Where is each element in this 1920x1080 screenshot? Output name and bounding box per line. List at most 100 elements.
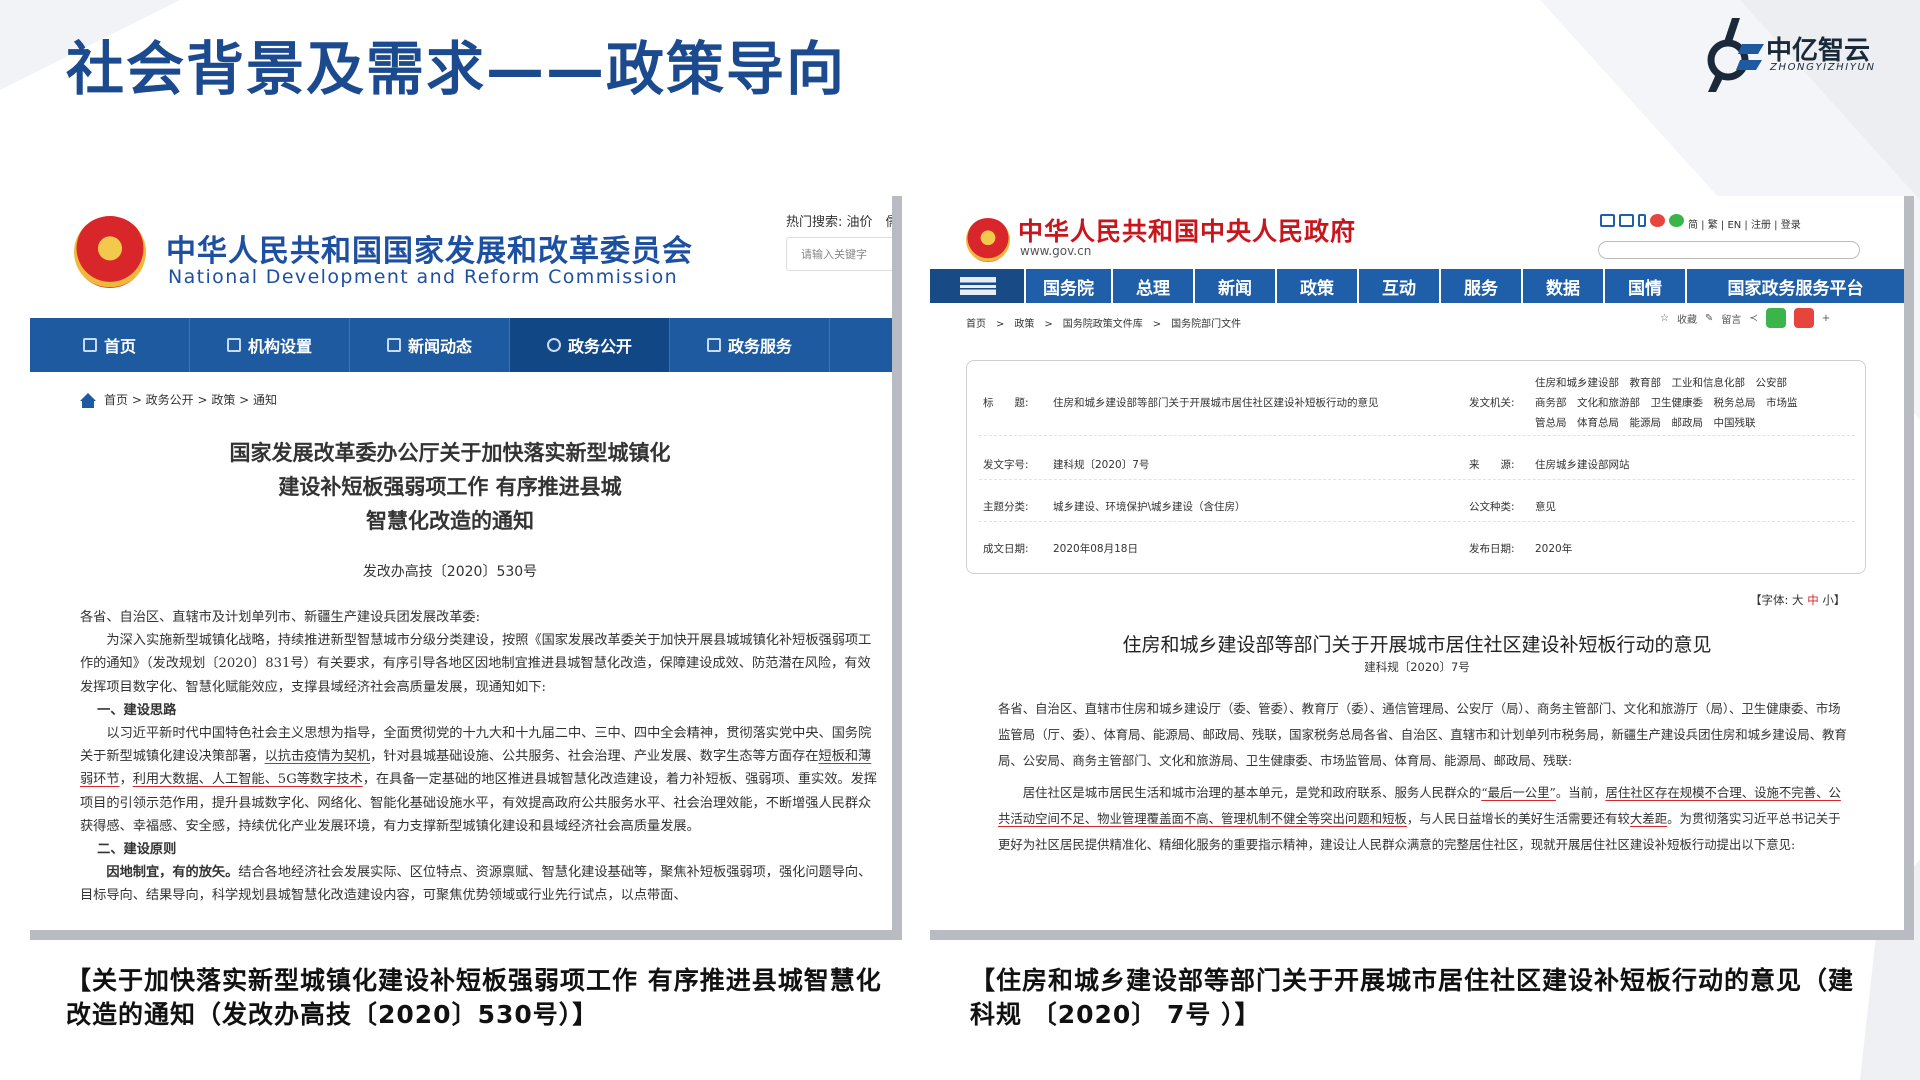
- national-emblem-icon: [74, 216, 146, 288]
- nav-item-service-platform[interactable]: 国家政务服务平台: [1687, 269, 1904, 303]
- font-medium-button[interactable]: 中: [1807, 593, 1819, 607]
- font-large-button[interactable]: 大: [1792, 593, 1804, 607]
- meta-value: 住房城乡建设部网站: [1535, 459, 1630, 471]
- wechat-icon[interactable]: [1669, 214, 1684, 227]
- document-number: 建科规〔2020〕7号: [1364, 660, 1470, 674]
- nav-item-policy[interactable]: 政策: [1277, 269, 1359, 303]
- comment-icon[interactable]: ✎: [1705, 313, 1713, 324]
- underlined-text: 以抗击疫情为契机: [264, 749, 371, 765]
- meta-label: 标 题:: [983, 397, 1029, 409]
- document-icon: [706, 338, 721, 352]
- plus-icon[interactable]: +: [1822, 313, 1830, 324]
- caption-right: 【住房和城乡建设部等部门关于开展城市居住社区建设补短板行动的意见（建科规 〔20…: [970, 966, 1855, 1029]
- tiananmen-icon: [930, 269, 1026, 303]
- paragraph: 以习近平新时代中国特色社会主义思想为指导，全面贯彻党的十九大和十九届二中、三中、…: [80, 726, 877, 834]
- divider: [979, 479, 1855, 480]
- right-document-screenshot: 中华人民共和国中央人民政府 www.gov.cn 简 | 繁 | EN | 注册…: [930, 196, 1904, 930]
- ndrc-site-name: 中华人民共和国国家发展和改革委员会: [166, 234, 693, 269]
- meta-label: 发布日期:: [1469, 543, 1515, 555]
- paragraph: 为深入实施新型城镇化战略，持续推进新型智慧城市分级分类建设，按照《国家发展改革委…: [80, 633, 872, 695]
- meta-value: 住房和城乡建设部 教育部 工业和信息化部 公安部: [1535, 377, 1787, 389]
- meta-label: 来 源:: [1469, 459, 1515, 471]
- meta-label: 成文日期:: [983, 543, 1029, 555]
- left-document-screenshot: 中华人民共和国国家发展和改革委员会 National Development a…: [30, 196, 892, 930]
- section-heading: 一、建设思路: [97, 702, 177, 718]
- underlined-text: 利用大数据、人工智能、5G等数字技术: [132, 772, 363, 788]
- hot-search[interactable]: 热门搜索: 油价 儒: [786, 211, 892, 230]
- share-icon[interactable]: ≺: [1749, 313, 1757, 324]
- national-emblem-icon: [966, 218, 1010, 262]
- ndrc-header: 中华人民共和国国家发展和改革委员会 National Development a…: [30, 196, 892, 318]
- document-number: 发改办高技〔2020〕530号: [362, 564, 538, 580]
- search-input[interactable]: 请输入关键字: [786, 237, 892, 271]
- building-icon: [226, 338, 241, 352]
- meta-value: 管总局 体育总局 能源局 邮政局 中国残联: [1535, 417, 1756, 429]
- paragraph: 居住社区是城市居民生活和城市治理的基本单元，是党和政府联系、服务人民群众的“最后…: [998, 785, 1841, 852]
- news-icon: [386, 338, 401, 352]
- nav-item-government-affairs[interactable]: 政务公开: [510, 318, 670, 372]
- nav-item-national-info[interactable]: 国情: [1605, 269, 1687, 303]
- favorite-icon[interactable]: ☆: [1660, 313, 1669, 324]
- meta-label: 公文种类:: [1469, 501, 1515, 513]
- breadcrumb[interactable]: 首页 > 政策 > 国务院政策文件库 > 国务院部门文件: [966, 315, 1241, 330]
- document-metadata: 标 题: 住房和城乡建设部等部门关于开展城市居住社区建设补短板行动的意见 发文机…: [966, 360, 1866, 574]
- mail-icon[interactable]: [1600, 214, 1615, 227]
- underlined-text: 大差距: [1629, 811, 1668, 826]
- nav-item-news[interactable]: 新闻动态: [350, 318, 510, 372]
- paragraph: 因地制宜，有的放矢。结合各地经济社会发展实际、区位特点、资源禀赋、智慧化建设基础…: [80, 865, 872, 904]
- weibo-icon[interactable]: [1793, 308, 1814, 328]
- ndrc-nav-bar: 首页 机构设置 新闻动态 政务公开 政务服务: [30, 318, 892, 372]
- nav-item-premier[interactable]: 总理: [1113, 269, 1195, 303]
- font-size-selector: 【字体: 大 中 小】: [1750, 593, 1846, 607]
- breadcrumb: 首页 > 政务公开 > 政策 > 通知: [80, 391, 277, 408]
- nav-item-services[interactable]: 服务: [1441, 269, 1523, 303]
- divider: [979, 435, 1855, 436]
- gov-site-url: www.gov.cn: [1020, 244, 1092, 258]
- document-title: 国家发展改革委办公厅关于加快落实新型城镇化 建设补短板强弱项工作 有序推进县城 …: [229, 441, 671, 533]
- underlined-text: “最后一公里”: [1481, 785, 1556, 800]
- nav-item-data[interactable]: 数据: [1523, 269, 1605, 303]
- document-title: 住房和城乡建设部等部门关于开展城市居住社区建设补短板行动的意见: [1122, 634, 1712, 656]
- share-icons: [1600, 214, 1684, 227]
- salutation: 各省、自治区、直辖市及计划单列市、新疆生产建设兵团发展改革委:: [80, 610, 481, 625]
- search-input[interactable]: [1598, 241, 1860, 259]
- logo-mark-icon: [1707, 18, 1764, 92]
- home-icon: [82, 338, 97, 352]
- paragraph: 各省、自治区、直辖市住房和城乡建设厅（委、管委）、教育厅（委）、通信管理局、公安…: [998, 701, 1847, 768]
- meta-value: 建科规〔2020〕7号: [1053, 459, 1150, 471]
- divider: [979, 521, 1855, 522]
- article-tools: ☆ 收藏 ✎ 留言 ≺ +: [1660, 308, 1830, 328]
- meta-label: 发文字号:: [983, 459, 1029, 471]
- nav-item-organization[interactable]: 机构设置: [190, 318, 350, 372]
- page-title: 社会背景及需求——政策导向: [66, 35, 847, 103]
- meta-value: 2020年: [1535, 543, 1573, 555]
- meta-label: 发文机关:: [1469, 397, 1515, 409]
- favorite-button[interactable]: 收藏: [1677, 311, 1697, 326]
- font-small-button[interactable]: 小: [1822, 593, 1834, 607]
- gov-nav-bar: 国务院 总理 新闻 政策 互动 服务 数据 国情 国家政务服务平台: [930, 269, 1904, 303]
- nav-item-services[interactable]: 政务服务: [670, 318, 830, 372]
- meta-value: 商务部 文化和旅游部 卫生健康委 税务总局 市场监: [1535, 397, 1798, 409]
- logo-text-en: ZHONGYIZHIYUN: [1770, 62, 1876, 73]
- weibo-icon[interactable]: [1650, 214, 1665, 227]
- gov-site-name: 中华人民共和国中央人民政府: [1018, 217, 1357, 246]
- ndrc-site-name-en: National Development and Reform Commissi…: [168, 266, 679, 288]
- rss-icon[interactable]: [1619, 214, 1634, 227]
- signal-icon: [546, 338, 561, 352]
- meta-value: 意见: [1535, 501, 1556, 513]
- comment-button[interactable]: 留言: [1721, 311, 1741, 326]
- meta-value: 城乡建设、环境保护\城乡建设（含住房）: [1053, 501, 1246, 513]
- meta-value: 2020年08月18日: [1053, 543, 1138, 555]
- language-login-links[interactable]: 简 | 繁 | EN | 注册 | 登录: [1688, 216, 1801, 231]
- document-body: 各省、自治区、直辖市及计划单列市、新疆生产建设兵团发展改革委: 为深入实施新型城…: [80, 606, 880, 908]
- meta-value: 住房和城乡建设部等部门关于开展城市居住社区建设补短板行动的意见: [1053, 397, 1379, 409]
- wechat-icon[interactable]: [1765, 308, 1786, 328]
- caption-left: 【关于加快落实新型城镇化建设补短板强弱项工作 有序推进县城智慧化改造的通知（发改…: [66, 966, 882, 1029]
- nav-item-interaction[interactable]: 互动: [1359, 269, 1441, 303]
- mobile-icon[interactable]: [1638, 214, 1646, 227]
- company-logo: 中亿智云 ZHONGYIZHIYUN: [1702, 10, 1892, 100]
- document-body: 各省、自治区、直辖市住房和城乡建设厅（委、管委）、教育厅（委）、通信管理局、公安…: [998, 696, 1848, 858]
- nav-item-home[interactable]: 首页: [30, 318, 190, 372]
- nav-item-news[interactable]: 新闻: [1195, 269, 1277, 303]
- nav-item-state-council[interactable]: 国务院: [1026, 269, 1113, 303]
